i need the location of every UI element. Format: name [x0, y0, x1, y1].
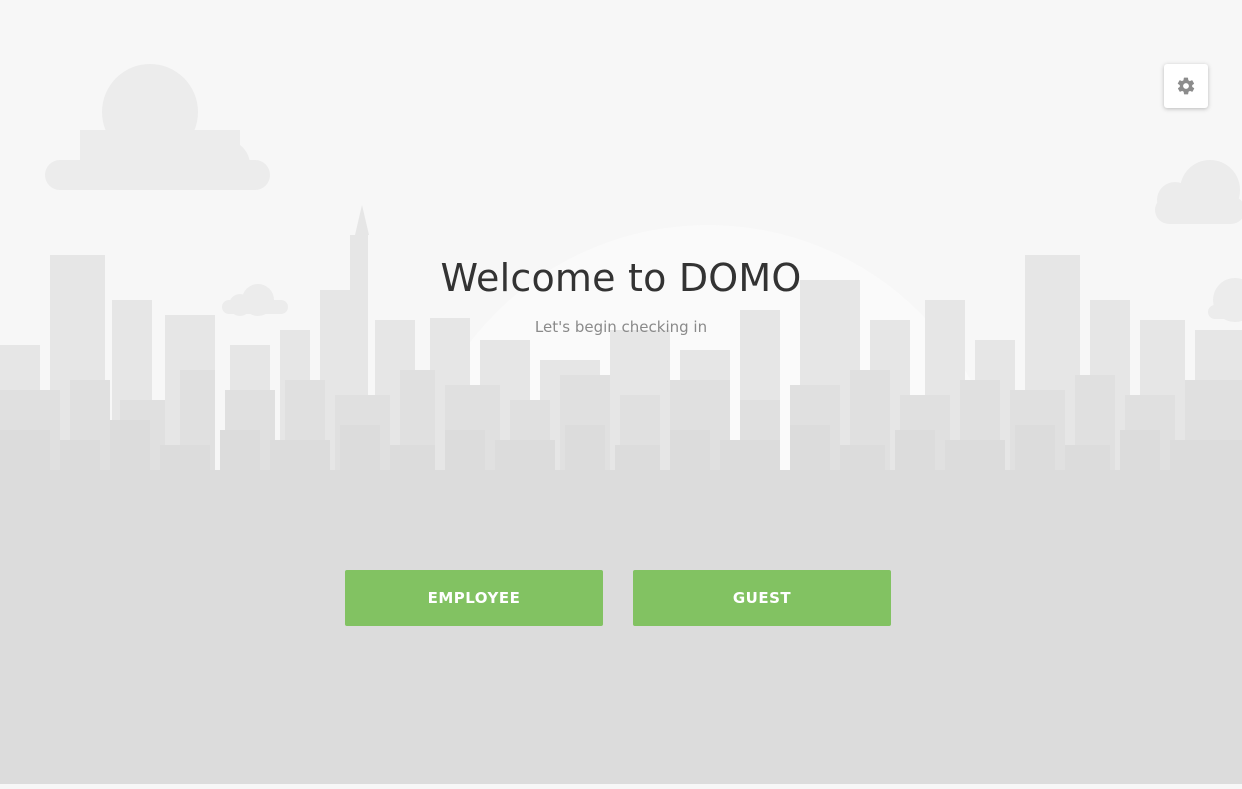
gear-icon — [1176, 76, 1196, 96]
ground-fill — [0, 470, 1242, 784]
employee-button[interactable]: EMPLOYEE — [345, 570, 603, 626]
background-scene — [0, 0, 1242, 789]
page-title: Welcome to DOMO — [440, 256, 802, 300]
page-subtitle: Let's begin checking in — [534, 318, 708, 336]
cloud-illustration — [45, 64, 270, 190]
settings-button[interactable] — [1164, 64, 1208, 108]
guest-button[interactable]: GUEST — [633, 570, 891, 626]
